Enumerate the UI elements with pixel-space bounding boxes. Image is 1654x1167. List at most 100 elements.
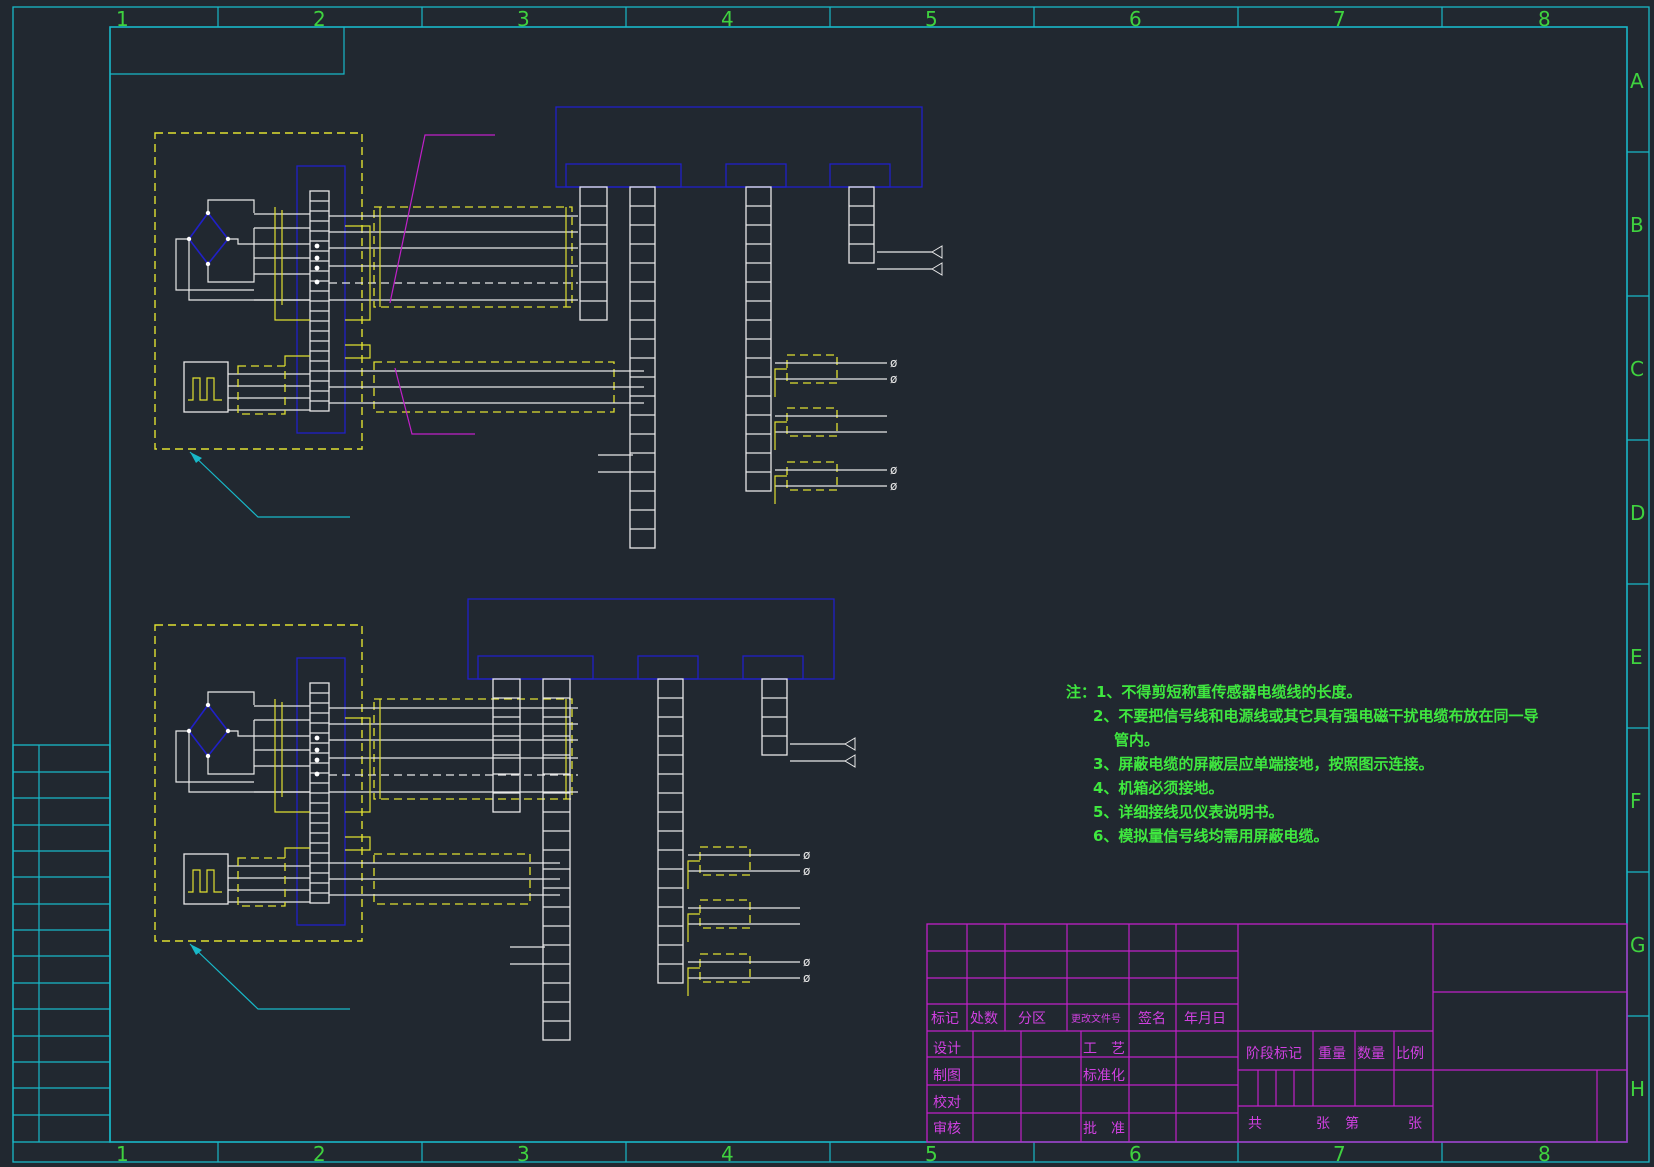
pulse-shield <box>237 365 286 415</box>
bridge-lead <box>188 731 310 793</box>
drawing-frame <box>12 6 1650 1163</box>
tb-header-date: 年月日 <box>1184 1011 1226 1027</box>
tb-role-approve: 批 准 <box>1083 1121 1125 1137</box>
enclosure-leader <box>189 943 350 1010</box>
left-margin-table <box>12 744 111 1143</box>
arrow-terminal-icon <box>844 737 856 751</box>
tb-header-change-doc: 更改文件号 <box>1071 1012 1121 1025</box>
tb-sheet-number: 第 <box>1345 1115 1359 1132</box>
controller-terminal-strip <box>848 186 875 264</box>
bridge-node <box>205 210 211 216</box>
enclosure-leader <box>189 451 350 518</box>
bridge-lead <box>207 691 255 705</box>
zone-col-bottom-6: 6 <box>1129 1142 1142 1166</box>
terminal-node <box>314 243 320 249</box>
zone-row-b: B <box>1630 213 1644 237</box>
tb-role-design: 设计 <box>933 1041 961 1057</box>
notes-block: 注：1、不得剪短称重传感器电缆线的长度。 2、不要把信号线和电源线或其它具有强电… <box>1066 683 1538 845</box>
bridge-node <box>205 702 211 708</box>
terminal-strip-outline <box>579 186 608 321</box>
tb-header-signature: 签名 <box>1138 1010 1166 1027</box>
note-line-3: 管内。 <box>1114 731 1159 749</box>
output-drain <box>687 913 700 942</box>
ground-terminal-icon: ø <box>803 971 810 985</box>
ground-terminal-icon: ø <box>803 848 810 862</box>
zone-col-bottom-3: 3 <box>517 1142 530 1166</box>
note-line-4: 3、屏蔽电缆的屏蔽层应单端接地，按照图示连接。 <box>1093 755 1433 773</box>
tb-role-process: 工 艺 <box>1083 1041 1125 1057</box>
tb-weight: 重量 <box>1318 1046 1346 1062</box>
zone-col-bottom-7: 7 <box>1333 1142 1346 1166</box>
bridge-node <box>186 236 192 242</box>
junction-terminal-block <box>309 190 330 412</box>
zone-col-top-7: 7 <box>1333 7 1346 31</box>
tb-sheets: 张 <box>1316 1116 1330 1132</box>
zone-col-bottom-4: 4 <box>721 1142 734 1166</box>
zone-col-bottom-1: 1 <box>116 1142 129 1166</box>
output-pair <box>774 407 887 450</box>
tb-sheet: 张 <box>1408 1116 1422 1132</box>
sensor-enclosure <box>154 624 363 942</box>
tb-role-review: 审核 <box>933 1121 961 1137</box>
terminal-node <box>314 735 320 741</box>
shield-drain <box>274 305 310 321</box>
ground-terminal-icon: ø <box>890 479 897 493</box>
pulse-box <box>183 853 229 905</box>
zone-row-g: G <box>1630 933 1646 957</box>
output-pair: øø <box>774 354 897 397</box>
note-line-2: 2、不要把信号线和电源线或其它具有强电磁干扰电缆布放在同一导 <box>1093 707 1538 725</box>
controller-terminal-strip <box>579 186 608 321</box>
tb-stage-mark: 阶段标记 <box>1246 1046 1302 1062</box>
tb-total: 共 <box>1248 1116 1262 1132</box>
controller-port <box>477 655 594 680</box>
note-line-1: 注：1、不得剪短称重传感器电缆线的长度。 <box>1066 683 1361 701</box>
bridge-node <box>186 728 192 734</box>
title-block-outline <box>926 923 1628 1143</box>
junction-terminal-block <box>309 682 330 904</box>
output-drain <box>774 475 787 504</box>
terminal-node <box>314 265 320 271</box>
arrow-terminal-icon <box>931 262 943 276</box>
zone-col-top-8: 8 <box>1538 7 1551 31</box>
zone-col-bottom-2: 2 <box>313 1142 326 1166</box>
pulse-box <box>183 361 229 413</box>
bridge-sensor-icon <box>175 199 310 301</box>
controller-port <box>637 655 699 680</box>
tb-scale: 比例 <box>1396 1046 1424 1062</box>
zone-col-bottom-8: 8 <box>1538 1142 1551 1166</box>
note-line-5: 4、机箱必须接地。 <box>1093 779 1223 797</box>
bridge-lead <box>207 199 255 213</box>
controller-terminal-strip <box>629 186 656 549</box>
zone-row-a: A <box>1630 69 1644 93</box>
zone-col-top-6: 6 <box>1129 7 1142 31</box>
controller-port <box>565 163 682 188</box>
controller-terminal-strip <box>657 678 684 984</box>
binding-label-box <box>110 27 345 75</box>
shield-drain <box>345 836 371 851</box>
wiring-drawing-sheet: 1 2 3 4 5 6 7 8 1 2 3 4 5 6 7 8 A B C D … <box>12 6 1650 1166</box>
terminal-strip-outline <box>629 186 656 549</box>
terminal-node <box>314 255 320 261</box>
terminal-node <box>314 747 320 753</box>
terminal-node <box>314 771 320 777</box>
zone-row-e: E <box>1630 645 1643 669</box>
bridge-node <box>205 753 211 759</box>
zone-row-f: F <box>1630 789 1642 813</box>
bridge-lead <box>228 730 254 737</box>
arrow-terminal-icon <box>844 754 856 768</box>
bridge-lead <box>228 238 254 245</box>
output-drain <box>687 860 700 889</box>
leader-line-lower <box>394 367 475 435</box>
note-line-7: 6、模拟量信号线均需用屏蔽电缆。 <box>1093 827 1328 845</box>
pulse-generator-icon <box>183 853 229 905</box>
output-pair: øø <box>687 846 810 889</box>
wiring-circuit-lower: øøøø <box>154 598 856 1041</box>
shield-drain <box>345 225 371 321</box>
pulse-wave <box>188 869 222 893</box>
zone-col-top-3: 3 <box>517 7 530 31</box>
cable-shield-upper <box>373 698 573 800</box>
wiring-circuit-upper: øøøø <box>154 106 943 549</box>
shield-drain <box>345 344 371 359</box>
zone-row-h: H <box>1630 1077 1645 1101</box>
bridge-node <box>225 728 231 734</box>
